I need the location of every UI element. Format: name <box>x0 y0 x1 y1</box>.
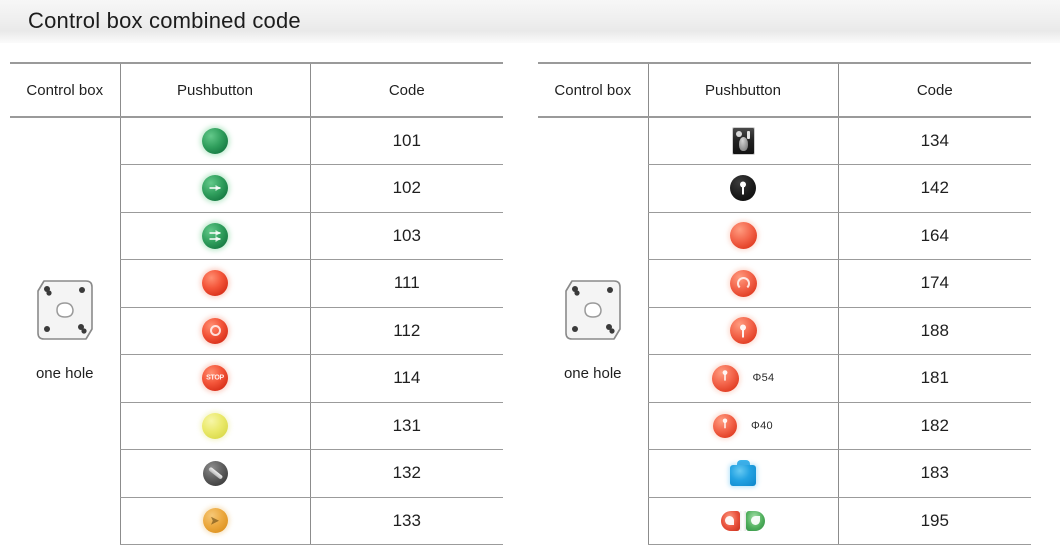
table-right: Control box Pushbutton Code one hole 134… <box>538 62 1031 545</box>
code-cell: 114 <box>309 354 503 403</box>
pushbutton-yellow-plain-icon <box>202 412 228 439</box>
code-cell: 133 <box>309 497 503 545</box>
code-cell: 131 <box>309 402 503 450</box>
mushroom-red-key-small-icon <box>713 413 738 438</box>
pushbutton-cell <box>647 497 838 545</box>
pushbutton-cell <box>119 449 310 498</box>
table-row: one hole 101 <box>10 117 503 382</box>
pushbutton-cell: Φ40 <box>647 402 838 450</box>
control-box-one-hole-icon <box>562 277 624 352</box>
code-cell: 182 <box>837 402 1031 450</box>
pushbutton-cell <box>119 164 310 213</box>
mushroom-red-ring-open-icon <box>729 269 757 297</box>
pushbutton-red-stop-icon: STOP <box>202 365 228 392</box>
code-cell: 102 <box>309 164 503 213</box>
code-cell: 188 <box>837 307 1031 355</box>
column-header-control-box: Control box <box>538 62 648 118</box>
control-box-cell: one hole <box>10 117 120 545</box>
pushbutton-cell <box>119 402 310 450</box>
pushbutton-cell <box>647 212 838 260</box>
pushbutton-cell <box>119 117 310 165</box>
control-box-caption: one hole <box>35 364 94 382</box>
pushbutton-green-plain-icon <box>202 128 228 154</box>
pushbutton-cell <box>119 307 310 355</box>
page-title: Control box combined code <box>28 8 301 33</box>
code-cell: 112 <box>309 307 503 355</box>
code-cell: 101 <box>309 117 503 165</box>
code-cell: 164 <box>837 212 1031 260</box>
code-cell: 132 <box>309 449 503 498</box>
code-table-left: Control box Pushbutton Code one hole 101… <box>10 62 503 545</box>
pushbutton-cell <box>647 259 838 308</box>
pushbutton-blue-square-icon <box>730 460 756 487</box>
column-header-code: Code <box>837 62 1031 118</box>
table-header-row: Control box Pushbutton Code <box>10 62 503 118</box>
code-cell: 195 <box>837 497 1031 545</box>
code-cell: 103 <box>309 212 503 260</box>
page-root: Control box combined code Control box Pu… <box>0 0 1060 551</box>
pushbutton-red-ring-icon <box>202 317 228 344</box>
diameter-label: Φ54 <box>752 372 775 385</box>
control-box-caption: one hole <box>563 364 622 382</box>
pushbutton-green-arrow-icon <box>202 175 228 202</box>
dual-pushbutton-red-green-icon <box>721 510 765 531</box>
diameter-label: Φ40 <box>751 419 773 432</box>
pushbutton-orange-symbol-icon <box>202 508 228 534</box>
control-box-cell: one hole <box>538 117 648 545</box>
code-cell: 183 <box>837 449 1031 498</box>
mushroom-red-key-icon <box>729 317 757 345</box>
code-cell: 134 <box>837 117 1031 165</box>
column-header-control-box: Control box <box>10 62 120 118</box>
table-left: Control box Pushbutton Code one hole 101… <box>10 62 503 545</box>
pushbutton-green-arrow-double-icon <box>202 222 228 249</box>
column-header-code: Code <box>309 62 503 118</box>
pushbutton-cell <box>647 449 838 498</box>
selector-switch-square-black-icon <box>731 127 755 155</box>
mushroom-red-key-small-icon <box>711 364 739 392</box>
code-cell: 111 <box>309 259 503 308</box>
pushbutton-cell: STOP <box>119 354 310 403</box>
pushbutton-cell: Φ54 <box>647 354 838 403</box>
table-row: one hole 134 <box>538 117 1031 382</box>
control-box-one-hole-icon <box>34 277 96 352</box>
pushbutton-cell <box>647 117 838 165</box>
pushbutton-cell <box>647 164 838 213</box>
code-cell: 142 <box>837 164 1031 213</box>
column-header-pushbutton: Pushbutton <box>647 62 838 118</box>
selector-switch-dark-lever-icon <box>202 460 228 486</box>
code-table-right: Control box Pushbutton Code one hole 134… <box>538 62 1031 545</box>
key-switch-black-round-icon <box>730 175 756 202</box>
column-header-pushbutton: Pushbutton <box>119 62 310 118</box>
mushroom-red-plain-icon <box>729 222 757 250</box>
pushbutton-cell <box>647 307 838 355</box>
pushbutton-cell <box>119 497 310 545</box>
header-band: Control box combined code <box>0 0 1060 43</box>
pushbutton-cell <box>119 259 310 308</box>
pushbutton-cell <box>119 212 310 260</box>
code-cell: 181 <box>837 354 1031 403</box>
pushbutton-red-plain-icon <box>202 270 228 297</box>
code-cell: 174 <box>837 259 1031 308</box>
table-header-row: Control box Pushbutton Code <box>538 62 1031 118</box>
